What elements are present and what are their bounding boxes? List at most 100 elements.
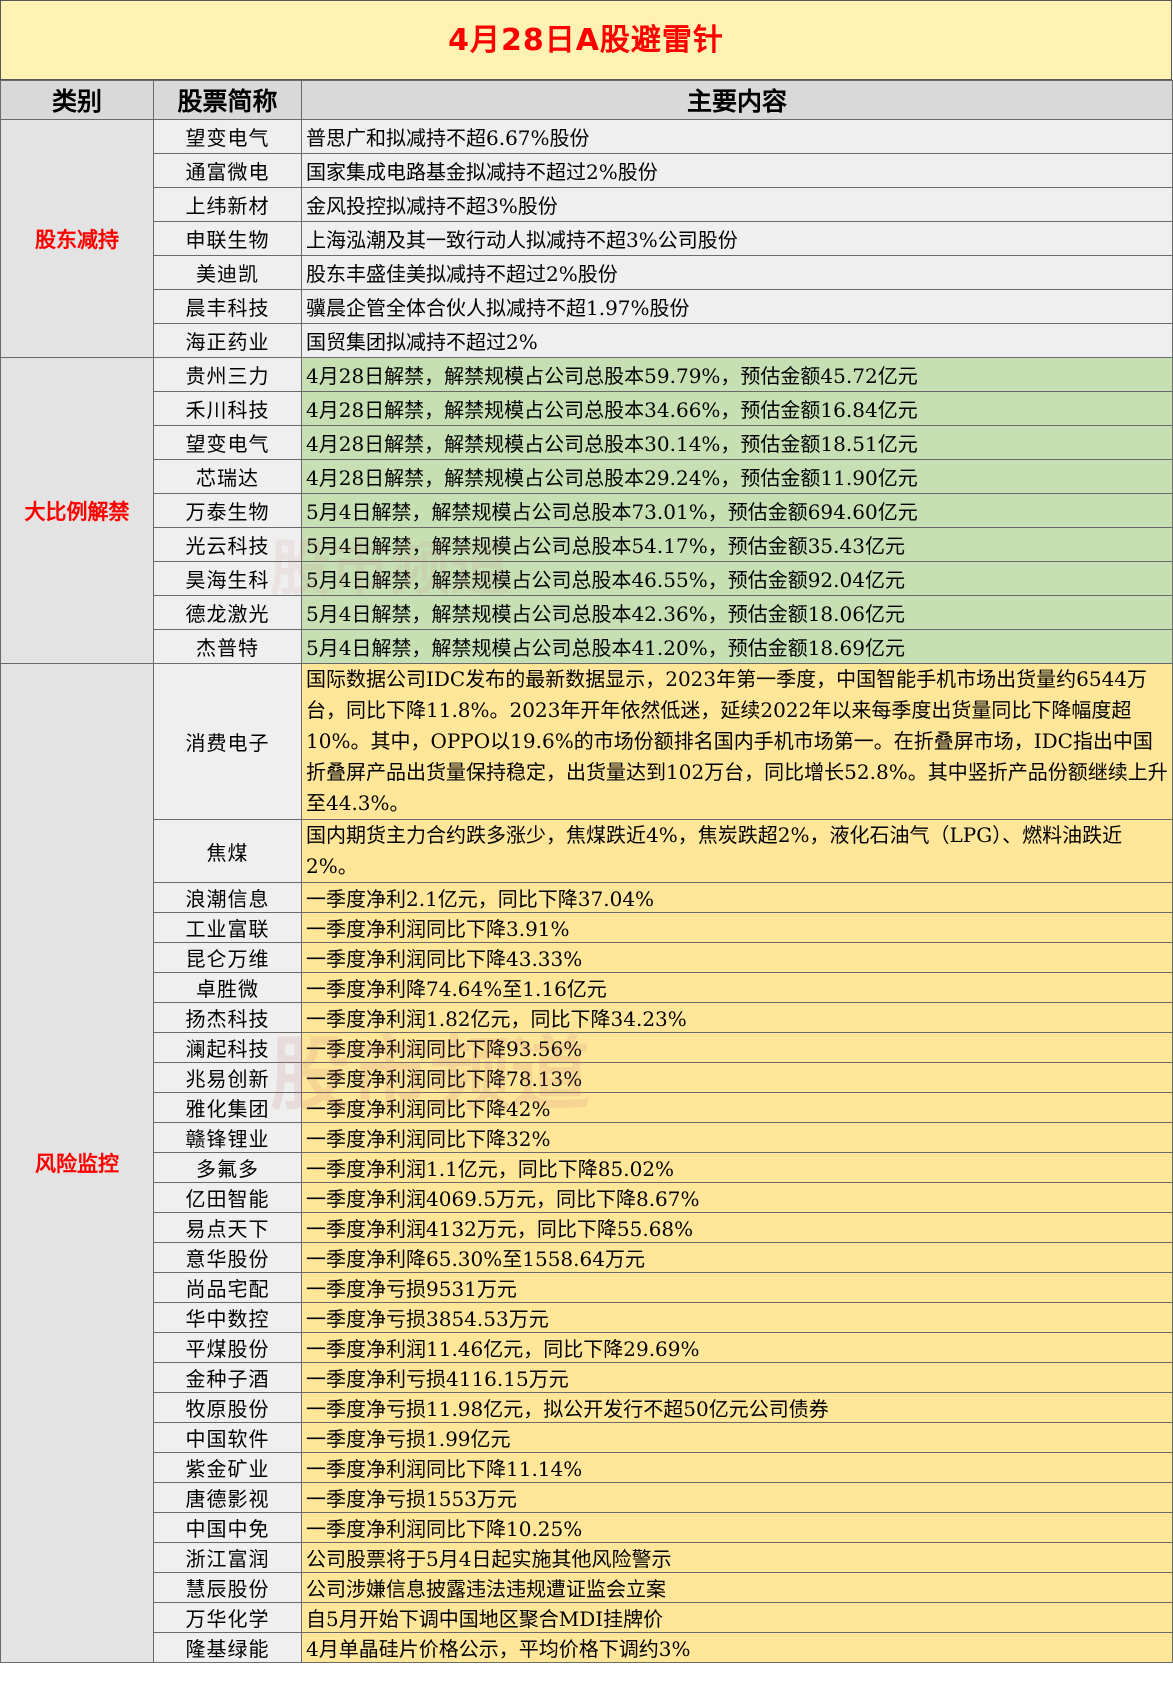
- table-row: 股东减持 望变电气 普思广和拟减持不超6.67%股份: [0, 119, 1173, 358]
- stock-name: 消费电子: [153, 663, 302, 820]
- table-row: 多氟多 一季度净利润1.1亿元，同比下降85.02%: [1, 1152, 1173, 1183]
- content-cell: 一季度净利润1.82亿元，同比下降34.23%: [301, 1002, 1173, 1033]
- group-large-unlock-label: 大比例解禁: [0, 357, 154, 664]
- stock-name: 通富微电: [153, 153, 302, 188]
- stock-name: 澜起科技: [153, 1032, 302, 1063]
- stock-name: 平煤股份: [153, 1332, 302, 1363]
- table-row: 亿田智能 一季度净利润4069.5万元，同比下降8.67%: [1, 1182, 1173, 1213]
- stock-name: 多氟多: [153, 1152, 302, 1183]
- content-cell: 一季度净利润1.1亿元，同比下降85.02%: [301, 1152, 1173, 1183]
- stock-name: 美迪凯: [153, 255, 302, 290]
- table-row: 浪潮信息 一季度净利2.1亿元，同比下降37.04%: [1, 882, 1173, 913]
- table-row: 金种子酒 一季度净利亏损4116.15万元: [1, 1362, 1173, 1393]
- stock-name: 中国中免: [153, 1512, 302, 1543]
- stock-name: 德龙激光: [153, 595, 302, 630]
- content-cell: 自5月开始下调中国地区聚合MDI挂牌价: [301, 1602, 1173, 1633]
- content-cell: 一季度净亏损9531万元: [301, 1272, 1173, 1303]
- stock-name: 卓胜微: [153, 972, 302, 1003]
- stock-name: 唐德影视: [153, 1482, 302, 1513]
- stock-name: 申联生物: [153, 221, 302, 256]
- stock-name: 万华化学: [153, 1602, 302, 1633]
- table-row: 兆易创新 一季度净利润同比下降78.13%: [1, 1062, 1173, 1093]
- table-row: 澜起科技 一季度净利润同比下降93.56%: [1, 1032, 1173, 1063]
- content-cell: 一季度净利润同比下降10.25%: [301, 1512, 1173, 1543]
- table-row: 扬杰科技 一季度净利润1.82亿元，同比下降34.23%: [1, 1002, 1173, 1033]
- stock-name: 焦煤: [153, 819, 302, 883]
- content-cell: 一季度净利润同比下降3.91%: [301, 912, 1173, 943]
- content-cell: 4月28日解禁，解禁规模占公司总股本29.24%，预估金额11.90亿元: [301, 459, 1173, 494]
- stock-name: 兆易创新: [153, 1062, 302, 1093]
- header-stock: 股票简称: [153, 80, 302, 120]
- table-row: 赣锋锂业 一季度净利润同比下降32%: [1, 1122, 1173, 1153]
- content-cell: 5月4日解禁，解禁规模占公司总股本54.17%，预估金额35.43亿元: [301, 527, 1173, 562]
- stock-name: 慧辰股份: [153, 1572, 302, 1603]
- table-row: 上纬新材 金风投控拟减持不超3%股份: [1, 187, 1173, 222]
- stock-name: 工业富联: [153, 912, 302, 943]
- stock-name: 禾川科技: [153, 391, 302, 426]
- content-cell: 一季度净利降65.30%至1558.64万元: [301, 1242, 1173, 1273]
- table-row: 卓胜微 一季度净利降74.64%至1.16亿元: [1, 972, 1173, 1003]
- content-cell: 普思广和拟减持不超6.67%股份: [301, 119, 1173, 154]
- content-cell: 一季度净利润同比下降42%: [301, 1092, 1173, 1123]
- stock-name: 昊海生科: [153, 561, 302, 596]
- content-cell: 一季度净利降74.64%至1.16亿元: [301, 972, 1173, 1003]
- content-cell: 公司股票将于5月4日起实施其他风险警示: [301, 1542, 1173, 1573]
- stock-name: 浙江富润: [153, 1542, 302, 1573]
- table-row: 中国中免 一季度净利润同比下降10.25%: [1, 1512, 1173, 1543]
- content-cell: 国际数据公司IDC发布的最新数据显示，2023年第一季度，中国智能手机市场出货量…: [301, 663, 1173, 820]
- stock-name: 尚品宅配: [153, 1272, 302, 1303]
- content-cell: 一季度净亏损1553万元: [301, 1482, 1173, 1513]
- table-row: 晨丰科技 骥晨企管全体合伙人拟减持不超1.97%股份: [1, 289, 1173, 324]
- stock-name: 杰普特: [153, 629, 302, 664]
- table-row: 望变电气 4月28日解禁，解禁规模占公司总股本30.14%，预估金额18.51亿元: [1, 425, 1173, 460]
- stock-name: 中国软件: [153, 1422, 302, 1453]
- table-row: 牧原股份 一季度净亏损11.98亿元，拟公开发行不超50亿元公司债券: [1, 1392, 1173, 1423]
- content-cell: 一季度净利润同比下降43.33%: [301, 942, 1173, 973]
- content-cell: 一季度净利润11.46亿元，同比下降29.69%: [301, 1332, 1173, 1363]
- table-row: 德龙激光 5月4日解禁，解禁规模占公司总股本42.36%，预估金额18.06亿元: [1, 595, 1173, 630]
- content-cell: 5月4日解禁，解禁规模占公司总股本42.36%，预估金额18.06亿元: [301, 595, 1173, 630]
- content-cell: 5月4日解禁，解禁规模占公司总股本46.55%，预估金额92.04亿元: [301, 561, 1173, 596]
- table-row: 风险监控 消费电子 国际数据公司IDC发布的最新数据显示，2023年第一季度，中国智…: [0, 663, 1173, 1663]
- stock-name: 隆基绿能: [153, 1632, 302, 1663]
- content-cell: 4月28日解禁，解禁规模占公司总股本59.79%，预估金额45.72亿元: [301, 357, 1173, 392]
- stock-name: 光云科技: [153, 527, 302, 562]
- table-row: 易点天下 一季度净利润4132万元，同比下降55.68%: [1, 1212, 1173, 1243]
- content-cell: 4月28日解禁，解禁规模占公司总股本30.14%，预估金额18.51亿元: [301, 425, 1173, 460]
- table-row: 浙江富润 公司股票将于5月4日起实施其他风险警示: [1, 1542, 1173, 1573]
- stock-name: 望变电气: [153, 425, 302, 460]
- stock-name: 芯瑞达: [153, 459, 302, 494]
- stock-name: 扬杰科技: [153, 1002, 302, 1033]
- content-cell: 一季度净利润同比下降32%: [301, 1122, 1173, 1153]
- table-row: 美迪凯 股东丰盛佳美拟减持不超过2%股份: [1, 255, 1173, 290]
- content-cell: 一季度净利2.1亿元，同比下降37.04%: [301, 882, 1173, 913]
- content-cell: 5月4日解禁，解禁规模占公司总股本41.20%，预估金额18.69亿元: [301, 629, 1173, 664]
- content-cell: 一季度净利润同比下降11.14%: [301, 1452, 1173, 1483]
- table-row: 隆基绿能 4月单晶硅片价格公示，平均价格下调约3%: [1, 1632, 1173, 1663]
- stock-name: 望变电气: [153, 119, 302, 154]
- page-title: 4月28日A股避雷针: [0, 0, 1172, 80]
- table-row: 中国软件 一季度净亏损1.99亿元: [1, 1422, 1173, 1453]
- table-row: 芯瑞达 4月28日解禁，解禁规模占公司总股本29.24%，预估金额11.90亿元: [1, 459, 1173, 494]
- stock-name: 赣锋锂业: [153, 1122, 302, 1153]
- table-row: 海正药业 国贸集团拟减持不超过2%: [1, 323, 1173, 358]
- table-row: 禾川科技 4月28日解禁，解禁规模占公司总股本34.66%，预估金额16.84亿元: [1, 391, 1173, 426]
- content-cell: 一季度净亏损1.99亿元: [301, 1422, 1173, 1453]
- table-row: 昊海生科 5月4日解禁，解禁规模占公司总股本46.55%，预估金额92.04亿元: [1, 561, 1173, 596]
- table-row: 光云科技 5月4日解禁，解禁规模占公司总股本54.17%，预估金额35.43亿元: [1, 527, 1173, 562]
- stock-name: 易点天下: [153, 1212, 302, 1243]
- table-row: 尚品宅配 一季度净亏损9531万元: [1, 1272, 1173, 1303]
- stock-name: 贵州三力: [153, 357, 302, 392]
- table-row: 昆仑万维 一季度净利润同比下降43.33%: [1, 942, 1173, 973]
- stock-name: 意华股份: [153, 1242, 302, 1273]
- content-cell: 一季度净利亏损4116.15万元: [301, 1362, 1173, 1393]
- content-cell: 骥晨企管全体合伙人拟减持不超1.97%股份: [301, 289, 1173, 324]
- stock-name: 上纬新材: [153, 187, 302, 222]
- content-cell: 一季度净亏损3854.53万元: [301, 1302, 1173, 1333]
- stock-name: 万泰生物: [153, 493, 302, 528]
- stock-name: 华中数控: [153, 1302, 302, 1333]
- table-row: 申联生物 上海泓潮及其一致行动人拟减持不超3%公司股份: [1, 221, 1173, 256]
- table-row: 平煤股份 一季度净利润11.46亿元，同比下降29.69%: [1, 1332, 1173, 1363]
- stock-name: 雅化集团: [153, 1092, 302, 1123]
- stock-name: 海正药业: [153, 323, 302, 358]
